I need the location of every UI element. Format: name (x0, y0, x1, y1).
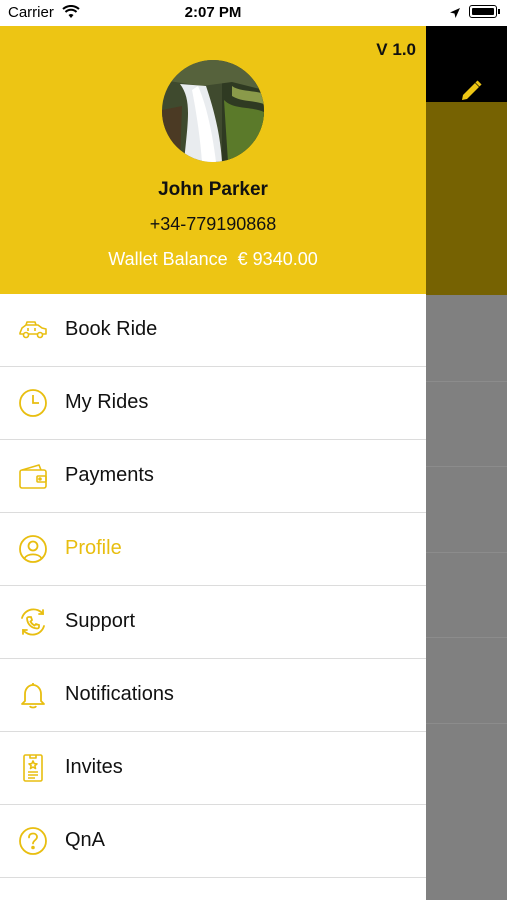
divider (426, 552, 507, 553)
wallet-label: Wallet Balance (108, 249, 228, 269)
car-icon (17, 314, 49, 346)
divider (426, 466, 507, 467)
divider (426, 381, 507, 382)
background-header (426, 102, 507, 295)
menu-label: Book Ride (65, 318, 158, 340)
user-name: John Parker (158, 179, 268, 200)
menu-item-qna[interactable]: QnA (0, 805, 426, 878)
background-screen[interactable] (426, 0, 507, 900)
drawer-menu: Book Ride My Rides Payments Profile Supp… (0, 294, 426, 878)
menu-label: QnA (65, 829, 106, 851)
wallet-icon (17, 460, 49, 492)
menu-item-payments[interactable]: Payments (0, 440, 426, 513)
menu-item-notifications[interactable]: Notifications (0, 659, 426, 732)
invite-card-icon (17, 752, 49, 784)
menu-label: Payments (65, 464, 154, 486)
clock-time: 2:07 PM (184, 4, 242, 21)
menu-label: Invites (65, 756, 123, 778)
divider (426, 723, 507, 724)
app-version: V 1.0 (376, 40, 416, 59)
menu-item-support[interactable]: Support (0, 586, 426, 659)
menu-label: My Rides (65, 391, 149, 413)
status-bar: Carrier 2:07 PM (0, 0, 507, 26)
wallet-amount: € 9340.00 (237, 249, 318, 269)
menu-item-my-rides[interactable]: My Rides (0, 367, 426, 440)
clock-icon (17, 387, 49, 419)
question-icon (17, 825, 49, 857)
menu-item-book-ride[interactable]: Book Ride (0, 294, 426, 367)
bell-icon (17, 679, 49, 711)
menu-label: Notifications (65, 683, 174, 705)
wallet-balance: Wallet Balance € 9340.00 (0, 249, 426, 270)
drawer-header: V 1.0 John Parker +34-779190868 Wallet B… (0, 26, 426, 294)
user-phone: +34-779190868 (149, 214, 277, 234)
menu-item-profile[interactable]: Profile (0, 513, 426, 586)
menu-item-invites[interactable]: Invites (0, 732, 426, 805)
location-arrow-icon (449, 6, 461, 23)
background-list (426, 295, 507, 900)
menu-label: Support (65, 610, 136, 632)
background-toolbar (426, 26, 507, 102)
side-drawer: V 1.0 John Parker +34-779190868 Wallet B… (0, 26, 426, 900)
battery-icon (469, 5, 500, 18)
menu-label: Profile (65, 537, 122, 559)
avatar[interactable] (162, 60, 264, 162)
divider (426, 637, 507, 638)
phone-support-icon (17, 606, 49, 638)
user-icon (17, 533, 49, 565)
